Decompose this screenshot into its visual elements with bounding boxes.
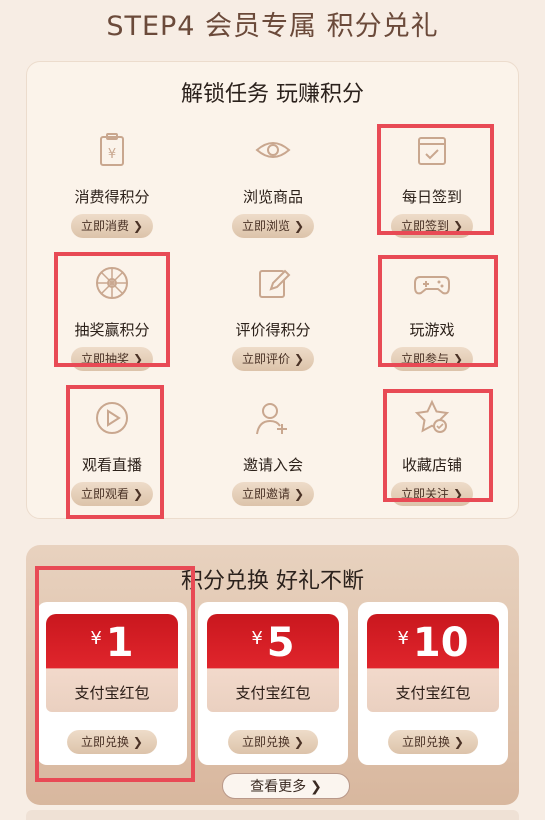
chevron-right-icon: ❯ xyxy=(132,219,144,233)
lottery-wheel-icon xyxy=(96,267,128,299)
task-checkin: 每日签到 立即签到 ❯ xyxy=(357,124,507,244)
chevron-right-icon: ❯ xyxy=(293,352,305,366)
view-more-button[interactable]: 查看更多 ❯ xyxy=(222,773,350,799)
coupon-name: 支付宝红包 xyxy=(74,684,150,702)
lottery-button[interactable]: 立即抽奖 ❯ xyxy=(70,347,154,371)
red-packet: ¥10 支付宝红包 xyxy=(367,614,499,712)
calendar-check-icon xyxy=(418,137,446,165)
gamepad-icon xyxy=(414,276,450,295)
task-label: 观看直播 xyxy=(81,456,142,474)
chevron-right-icon: ❯ xyxy=(293,735,304,749)
watch-live-button[interactable]: 立即观看 ❯ xyxy=(70,482,154,506)
task-label: 浏览商品 xyxy=(242,188,303,206)
red-packet: ¥5 支付宝红包 xyxy=(207,614,339,712)
task-consume: ¥ 消费得积分 立即消费 ❯ xyxy=(37,124,187,244)
task-game: 玩游戏 立即参与 ❯ xyxy=(357,257,507,377)
task-live: 观看直播 立即观看 ❯ xyxy=(37,392,187,512)
task-label: 每日签到 xyxy=(401,188,462,206)
receipt-yen-icon: ¥ xyxy=(100,133,124,166)
currency-symbol: ¥ xyxy=(90,628,102,649)
task-invite: 邀请入会 立即邀请 ❯ xyxy=(198,392,348,512)
currency-symbol: ¥ xyxy=(251,628,263,649)
svg-text:¥: ¥ xyxy=(108,147,116,162)
edit-icon xyxy=(259,269,291,298)
task-browse: 浏览商品 立即浏览 ❯ xyxy=(198,124,348,244)
review-button[interactable]: 立即评价 ❯ xyxy=(231,347,315,371)
task-label: 玩游戏 xyxy=(409,321,455,339)
play-circle-icon xyxy=(96,402,128,434)
task-review: 评价得积分 立即评价 ❯ xyxy=(198,257,348,377)
chevron-right-icon: ❯ xyxy=(293,487,305,501)
follow-shop-button[interactable]: 立即关注 ❯ xyxy=(390,482,474,506)
redeem-button[interactable]: 立即兑换 ❯ xyxy=(388,730,478,754)
task-label: 抽奖赢积分 xyxy=(74,321,150,339)
invite-button[interactable]: 立即邀请 ❯ xyxy=(231,482,315,506)
eye-icon xyxy=(255,142,291,158)
consume-button[interactable]: 立即消费 ❯ xyxy=(70,214,154,238)
currency-symbol: ¥ xyxy=(397,628,409,649)
coupon-amount: 1 xyxy=(105,620,134,666)
chevron-right-icon: ❯ xyxy=(132,352,144,366)
chevron-right-icon: ❯ xyxy=(310,779,322,795)
checkin-button[interactable]: 立即签到 ❯ xyxy=(390,214,474,238)
chevron-right-icon: ❯ xyxy=(453,735,464,749)
tasks-heading: 解锁任务 玩赚积分 xyxy=(181,82,364,107)
coupon-name: 支付宝红包 xyxy=(395,684,471,702)
chevron-right-icon: ❯ xyxy=(132,735,143,749)
task-label: 消费得积分 xyxy=(74,188,150,206)
join-game-button[interactable]: 立即参与 ❯ xyxy=(390,347,474,371)
chevron-right-icon: ❯ xyxy=(452,219,464,233)
user-add-icon xyxy=(256,403,287,435)
tasks-card: 解锁任务 玩赚积分 ¥ 消费得积分 立即消费 ❯ 浏览商品 立即浏览 ❯ 每日签到 … xyxy=(26,61,519,519)
coupon-card: ¥5 支付宝红包 立即兑换 ❯ xyxy=(198,602,348,765)
exchange-panel: 积分兑换 好礼不断 ¥1 支付宝红包 立即兑换 ❯ ¥5 支付宝红包 立即兑换 … xyxy=(26,545,519,805)
chevron-right-icon: ❯ xyxy=(132,487,144,501)
task-favorite-shop: 收藏店铺 立即关注 ❯ xyxy=(357,392,507,512)
redeem-button[interactable]: 立即兑换 ❯ xyxy=(67,730,157,754)
chevron-right-icon: ❯ xyxy=(452,352,464,366)
task-lottery: 抽奖赢积分 立即抽奖 ❯ xyxy=(37,257,187,377)
coupon-card: ¥10 支付宝红包 立即兑换 ❯ xyxy=(358,602,508,765)
task-label: 收藏店铺 xyxy=(401,456,462,474)
red-packet: ¥1 支付宝红包 xyxy=(46,614,178,712)
star-check-icon xyxy=(414,399,450,433)
chevron-right-icon: ❯ xyxy=(293,219,305,233)
coupon-name: 支付宝红包 xyxy=(235,684,311,702)
coupon-amount: 5 xyxy=(266,620,295,666)
redeem-button[interactable]: 立即兑换 ❯ xyxy=(228,730,318,754)
chevron-right-icon: ❯ xyxy=(452,487,464,501)
coupon-card: ¥1 支付宝红包 立即兑换 ❯ xyxy=(37,602,187,765)
task-label: 评价得积分 xyxy=(235,321,311,339)
coupon-amount: 10 xyxy=(412,620,469,666)
next-section-edge xyxy=(26,810,519,820)
page-title: STEP4 会员专属 积分兑礼 xyxy=(106,11,439,42)
exchange-heading: 积分兑换 好礼不断 xyxy=(181,569,364,594)
browse-button[interactable]: 立即浏览 ❯ xyxy=(231,214,315,238)
task-label: 邀请入会 xyxy=(242,456,303,474)
